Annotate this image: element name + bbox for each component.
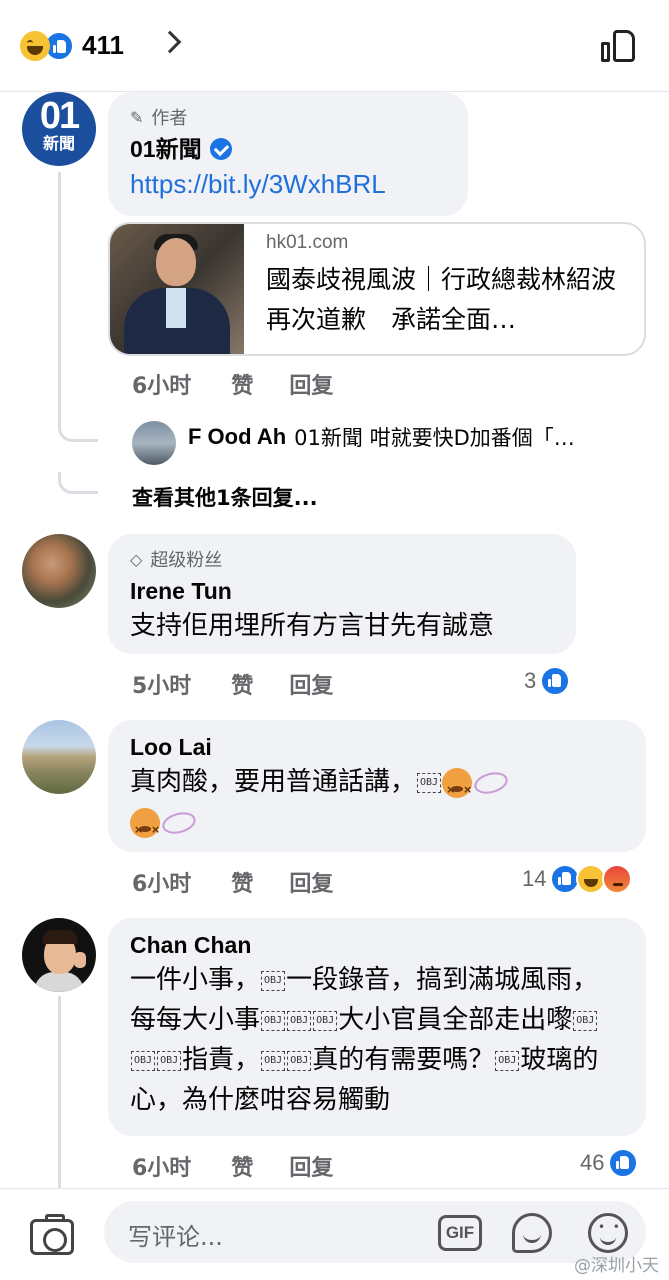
like-icon <box>540 666 571 696</box>
comment-input[interactable]: 写评论... GIF <box>104 1201 646 1263</box>
comment-composer: 写评论... GIF @深圳小天 <box>0 1188 669 1280</box>
watermark: @深圳小天 <box>574 1256 659 1276</box>
thread-line <box>58 472 98 494</box>
comment-input-placeholder: 写评论... <box>128 1223 223 1251</box>
fan-badge: 超级粉丝 <box>150 550 223 571</box>
swirl-icon <box>472 768 511 797</box>
avatar[interactable]: 01 新聞 <box>22 92 96 166</box>
thumbs-up-outline-icon[interactable] <box>601 28 637 64</box>
comment-text: 支持佢用埋所有方言甘先有誠意 <box>130 611 495 641</box>
comment-text: 真肉酸，要用普通話講， <box>130 767 417 797</box>
reply-text: 01新聞 咁就要快D加番個「… <box>294 426 575 450</box>
comment-actions: 6小时 赞 回复 <box>132 1150 369 1182</box>
dizzy-face-icon <box>442 767 472 810</box>
commenter-name[interactable]: Irene Tun <box>130 576 554 606</box>
reaction-count-badge[interactable]: 3 <box>524 666 571 696</box>
like-button[interactable]: 赞 <box>231 368 253 400</box>
reaction-summary-bar: 411 <box>0 0 669 92</box>
like-icon <box>608 1148 639 1178</box>
chevron-right-icon[interactable] <box>158 30 182 54</box>
reaction-count: 411 <box>82 30 124 60</box>
reply-preview[interactable]: F Ood Ah 01新聞 咁就要快D加番個「… <box>132 422 575 452</box>
avatar[interactable] <box>22 918 96 992</box>
thread-line <box>58 172 61 430</box>
comment-actions: 5小时 赞 回复 <box>132 668 369 700</box>
comment-bubble: Loo Lai 真肉酸，要用普通話講， OBJ <box>108 720 646 852</box>
comment-actions: 6小时 赞 回复 <box>132 368 369 400</box>
avatar[interactable] <box>22 720 96 794</box>
comment-link[interactable]: https://bit.ly/3WxhBRL <box>130 164 446 204</box>
comment-actions: 6小时 赞 回复 <box>132 866 369 898</box>
comment-bubble: ◇ 超级粉丝 Irene Tun 支持佢用埋所有方言甘先有誠意 <box>108 534 576 654</box>
author-badge: 作者 <box>151 108 188 129</box>
link-preview-card[interactable]: hk01.com 國泰歧視風波｜行政總裁林紹波再次道歉 承諾全面… <box>108 222 646 356</box>
obj-placeholder: OBJ <box>417 772 442 793</box>
like-button[interactable]: 赞 <box>231 866 253 898</box>
reply-author: F Ood Ah <box>188 424 287 449</box>
reply-button[interactable]: 回复 <box>289 668 333 700</box>
pencil-icon: ✎ <box>130 107 144 127</box>
reaction-summary[interactable]: 411 <box>20 30 124 61</box>
thread-line <box>58 996 61 1188</box>
haha-icon <box>20 30 50 61</box>
angry-icon <box>602 864 633 894</box>
comment-time: 6小时 <box>132 1156 192 1181</box>
reply-button[interactable]: 回复 <box>289 866 333 898</box>
comment-text: 一件小事， OBJ 一段錄音，搞到滿城風雨，每每大小事 OBJ OBJ OBJ 大小官員全部… <box>130 965 599 1115</box>
commenter-name[interactable]: 01新聞 <box>130 134 202 164</box>
reaction-count-badge[interactable]: 46 <box>580 1148 639 1178</box>
sticker-icon[interactable] <box>512 1213 552 1253</box>
gif-icon[interactable]: GIF <box>438 1215 482 1251</box>
commenter-name[interactable]: Chan Chan <box>130 930 624 960</box>
verified-icon <box>209 138 232 160</box>
comment-bubble: ✎ 作者 01新聞 https://bit.ly/3WxhBRL <box>108 92 468 216</box>
like-button[interactable]: 赞 <box>231 1150 253 1182</box>
reaction-count-badge[interactable]: 14 <box>522 864 633 894</box>
preview-thumbnail <box>110 224 244 354</box>
diamond-icon: ◇ <box>130 549 143 569</box>
comment-time: 6小时 <box>132 374 192 399</box>
swirl-icon <box>159 808 199 837</box>
preview-title: 國泰歧視風波｜行政總裁林紹波再次道歉 承諾全面… <box>266 265 617 334</box>
thread-line <box>58 420 98 442</box>
dizzy-face-icon <box>130 807 160 850</box>
preview-domain: hk01.com <box>266 232 349 253</box>
commenter-name[interactable]: Loo Lai <box>130 732 624 762</box>
reply-button[interactable]: 回复 <box>289 1150 333 1182</box>
reply-button[interactable]: 回复 <box>289 368 333 400</box>
comment-time: 6小时 <box>132 872 192 897</box>
view-more-replies[interactable]: 查看其他1条回复... <box>132 482 318 512</box>
avatar[interactable] <box>22 534 96 608</box>
comment-bubble: Chan Chan 一件小事， OBJ 一段錄音，搞到滿城風雨，每每大小事 OBJ OB… <box>108 918 646 1136</box>
like-button[interactable]: 赞 <box>231 668 253 700</box>
camera-icon[interactable] <box>30 1214 74 1255</box>
smiley-icon[interactable] <box>588 1213 628 1253</box>
comment-time: 5小时 <box>132 674 192 699</box>
